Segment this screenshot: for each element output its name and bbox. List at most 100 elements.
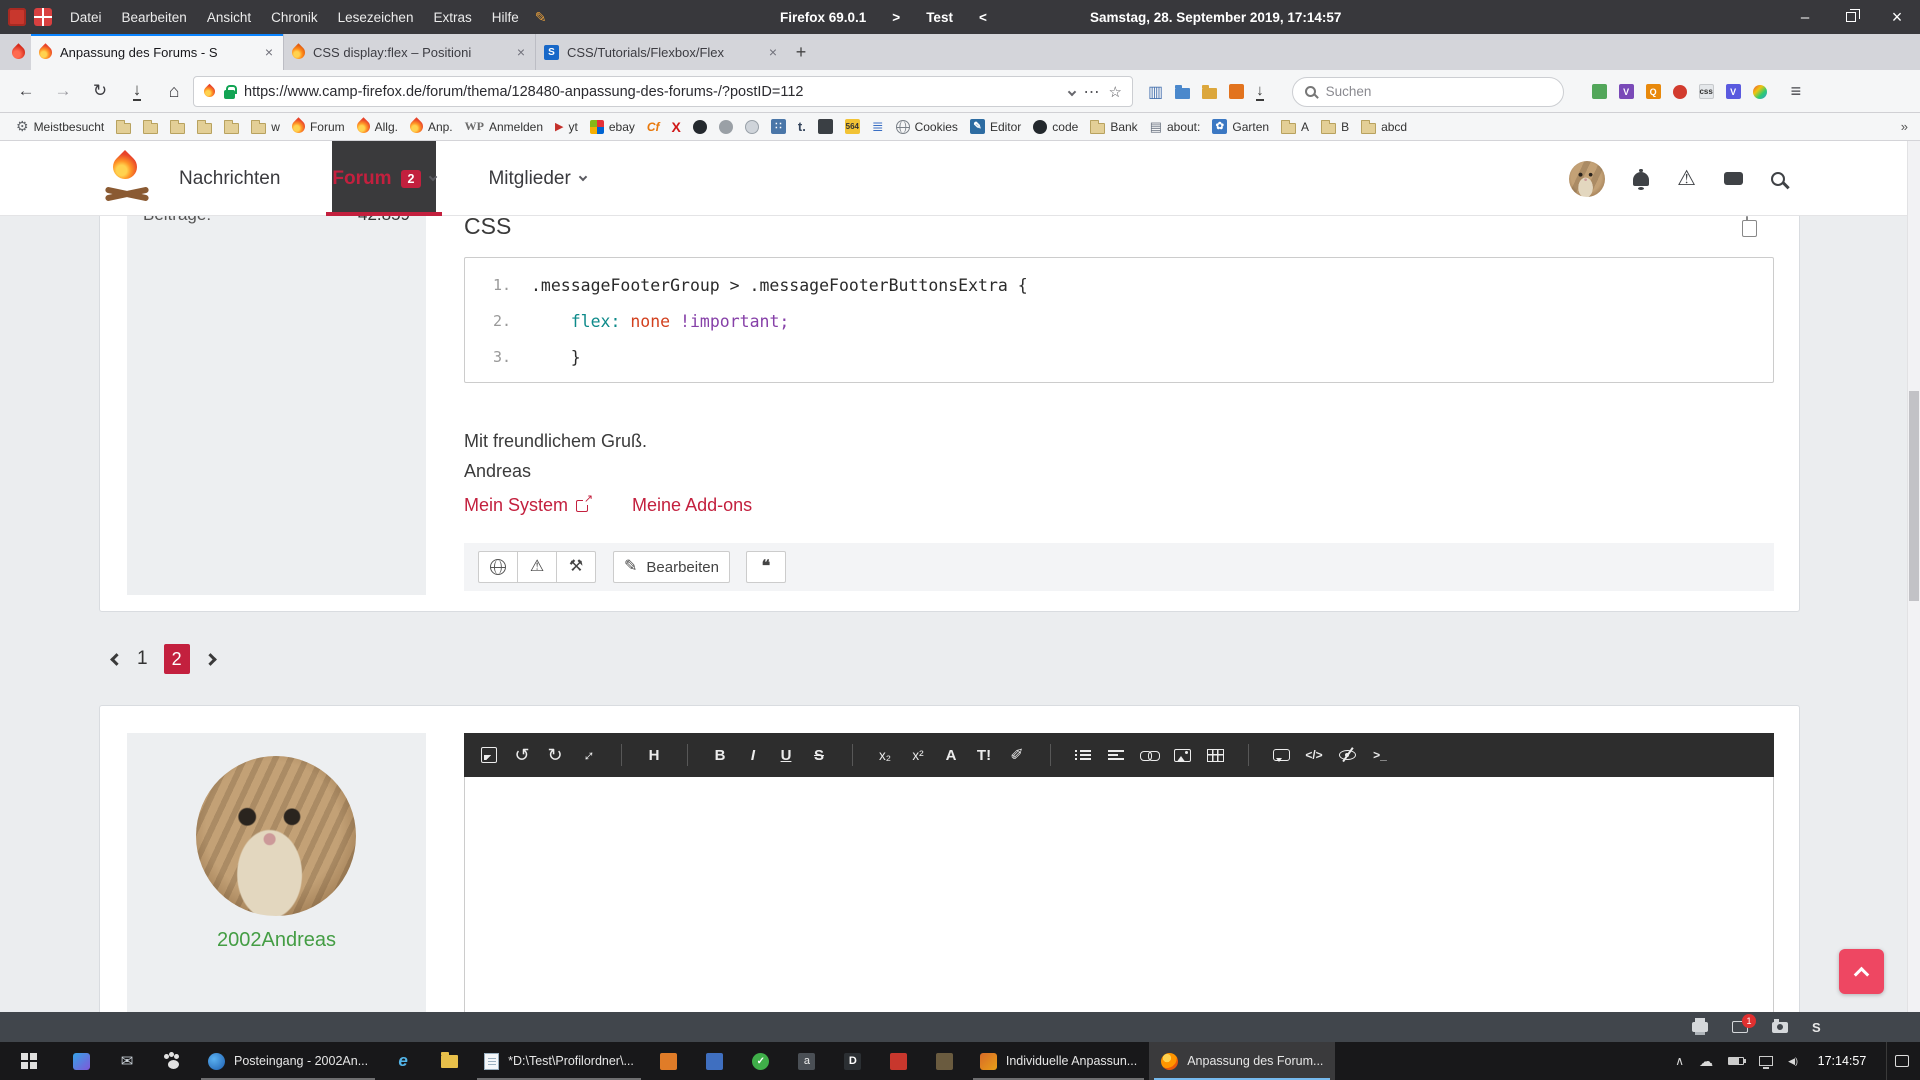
scroll-to-top-button[interactable] — [1839, 949, 1884, 994]
battery-icon[interactable] — [1728, 1057, 1744, 1065]
ie-icon[interactable]: e — [380, 1042, 426, 1080]
quote-button[interactable]: ❝ — [746, 551, 786, 583]
sidebar-toggle-icon[interactable]: ▥ — [1148, 82, 1163, 102]
app-red-icon-1[interactable] — [8, 8, 26, 26]
extension-v-blue-icon[interactable]: V — [1726, 84, 1741, 99]
bookmark-item[interactable]: B — [1321, 120, 1349, 134]
home-button[interactable]: ⌂ — [158, 75, 190, 107]
bookmark-item[interactable]: code — [1033, 120, 1078, 134]
url-text[interactable]: https://www.camp-firefox.de/forum/thema/… — [244, 84, 1060, 100]
separator[interactable] — [674, 741, 700, 769]
quickjava-icon[interactable]: Q — [1646, 84, 1661, 99]
bookmark-item[interactable]: ✿ Garten — [1212, 119, 1269, 134]
https-lock-icon[interactable] — [224, 90, 235, 99]
search-input[interactable] — [1324, 83, 1551, 100]
bookmark-item[interactable]: Cookies — [896, 120, 958, 134]
redo-icon[interactable]: ↻ — [542, 741, 568, 769]
link-icon[interactable] — [1136, 741, 1162, 769]
bookmark-item[interactable]: ∷ — [771, 119, 786, 134]
menubar-item[interactable]: Lesezeichen — [328, 6, 424, 29]
bookmark-item[interactable]: ⚙ Meistbesucht — [16, 118, 104, 135]
close-tab-icon[interactable]: × — [767, 44, 779, 60]
bookmark-item[interactable]: Anp. — [410, 120, 453, 134]
edit-button[interactable]: ✎ Bearbeiten — [613, 551, 730, 583]
forward-button[interactable]: → — [47, 75, 79, 107]
terminal-icon[interactable]: >_ — [1367, 741, 1393, 769]
camera-icon[interactable] — [1772, 1022, 1788, 1033]
mail-app-icon[interactable]: ✉ — [104, 1042, 150, 1080]
page-actions-icon[interactable]: ⋯ — [1084, 82, 1100, 102]
bookmark-item[interactable]: ▤ about: — [1150, 119, 1201, 135]
bookmark-item[interactable] — [693, 120, 707, 134]
vertical-scrollbar[interactable] — [1907, 141, 1920, 1012]
nav-mitglieder[interactable]: Mitglieder — [488, 141, 585, 216]
task-individuelle[interactable]: Individuelle Anpassun... — [968, 1042, 1149, 1080]
menubar-item[interactable]: Chronik — [261, 6, 328, 29]
extension-green-icon[interactable] — [1592, 84, 1607, 99]
notifications-bell-icon[interactable] — [1633, 172, 1649, 186]
bookmark-item[interactable] — [197, 120, 212, 134]
bookmark-item[interactable] — [745, 120, 759, 134]
s-app-icon[interactable]: S — [1812, 1020, 1821, 1035]
bookmark-star-icon[interactable]: ☆ — [1109, 83, 1122, 101]
close-tab-icon[interactable]: × — [263, 44, 275, 60]
search-icon[interactable] — [1771, 172, 1785, 186]
menubar-item[interactable]: Ansicht — [197, 6, 261, 29]
start-button[interactable] — [0, 1042, 58, 1080]
code-icon[interactable]: </> — [1301, 741, 1327, 769]
bookmark-item[interactable]: ebay — [590, 120, 635, 134]
adblock-icon[interactable] — [1673, 85, 1687, 99]
download-icon[interactable]: ↓ — [1256, 83, 1264, 101]
bookmark-item[interactable]: Allg. — [357, 120, 398, 134]
paw-app-icon[interactable] — [150, 1042, 196, 1080]
undo-icon[interactable]: ↺ — [509, 741, 535, 769]
printer-icon[interactable] — [1692, 1022, 1708, 1032]
red-app-icon[interactable] — [876, 1042, 922, 1080]
tab-selfhtml-flexbox[interactable]: S CSS/Tutorials/Flexbox/Flex × — [535, 34, 787, 70]
folder-open-icon[interactable] — [1202, 88, 1217, 99]
folder-app-icon[interactable] — [426, 1042, 472, 1080]
conversations-icon[interactable] — [1724, 172, 1743, 185]
user-avatar[interactable] — [1569, 161, 1605, 197]
previous-page-icon[interactable] — [110, 653, 123, 666]
minimize-button[interactable]: – — [1782, 0, 1828, 34]
site-identity-flame-icon[interactable] — [202, 84, 218, 100]
bookmark-item[interactable]: WP Anmelden — [465, 119, 543, 134]
superscript-icon[interactable]: x² — [905, 741, 931, 769]
search-bar[interactable] — [1292, 77, 1564, 107]
bookmark-item[interactable]: ✎ Editor — [970, 119, 1021, 134]
extension-v-purple-icon[interactable]: V — [1619, 84, 1634, 99]
new-tab-button[interactable]: + — [787, 38, 815, 66]
urlbar-dropdown-icon[interactable] — [1067, 87, 1075, 95]
tab-css-display-flex[interactable]: CSS display:flex – Positioni × — [283, 34, 535, 70]
heading-icon[interactable]: H — [641, 741, 667, 769]
scrollbar-thumb[interactable] — [1909, 391, 1919, 601]
tray-inbox-icon[interactable]: 1 — [1732, 1021, 1748, 1033]
page-2-current[interactable]: 2 — [164, 644, 190, 674]
bookmark-item[interactable] — [224, 120, 239, 134]
bookmark-item[interactable] — [116, 120, 131, 134]
bold-icon[interactable]: B — [707, 741, 733, 769]
bookmarks-overflow-button[interactable]: » — [1897, 119, 1912, 134]
task-notepad[interactable]: *D:\Test\Profilordner\... — [472, 1042, 646, 1080]
url-bar[interactable]: https://www.camp-firefox.de/forum/thema/… — [193, 76, 1133, 107]
antivirus-icon[interactable]: ✓ — [738, 1042, 784, 1080]
mein-system-link[interactable]: Mein System — [464, 495, 588, 516]
bookmark-item[interactable] — [818, 119, 833, 134]
underline-icon[interactable]: U — [773, 741, 799, 769]
bookmark-item[interactable]: w — [251, 120, 280, 134]
maximize-icon[interactable]: ↔ — [575, 741, 601, 769]
bookmark-item[interactable]: t. — [798, 119, 806, 134]
bookmark-item[interactable]: ▶ yt — [555, 120, 578, 134]
moderation-warning-icon[interactable]: ⚠ — [1677, 168, 1696, 189]
reply-user-avatar[interactable] — [196, 756, 356, 916]
clock[interactable]: 17:14:57 — [1813, 1054, 1871, 1068]
editor-text-area[interactable] — [464, 777, 1774, 1012]
list-icon[interactable] — [1070, 741, 1096, 769]
pencil-extension-icon[interactable]: ✎ — [535, 9, 547, 26]
menubar-item[interactable]: Bearbeiten — [112, 6, 197, 29]
menu-hamburger-icon[interactable]: ≡ — [1791, 81, 1802, 102]
report-button[interactable]: ⚠ — [517, 551, 557, 583]
nav-nachrichten[interactable]: Nachrichten — [179, 141, 280, 216]
bookmark-item[interactable]: ≣ — [872, 118, 884, 135]
